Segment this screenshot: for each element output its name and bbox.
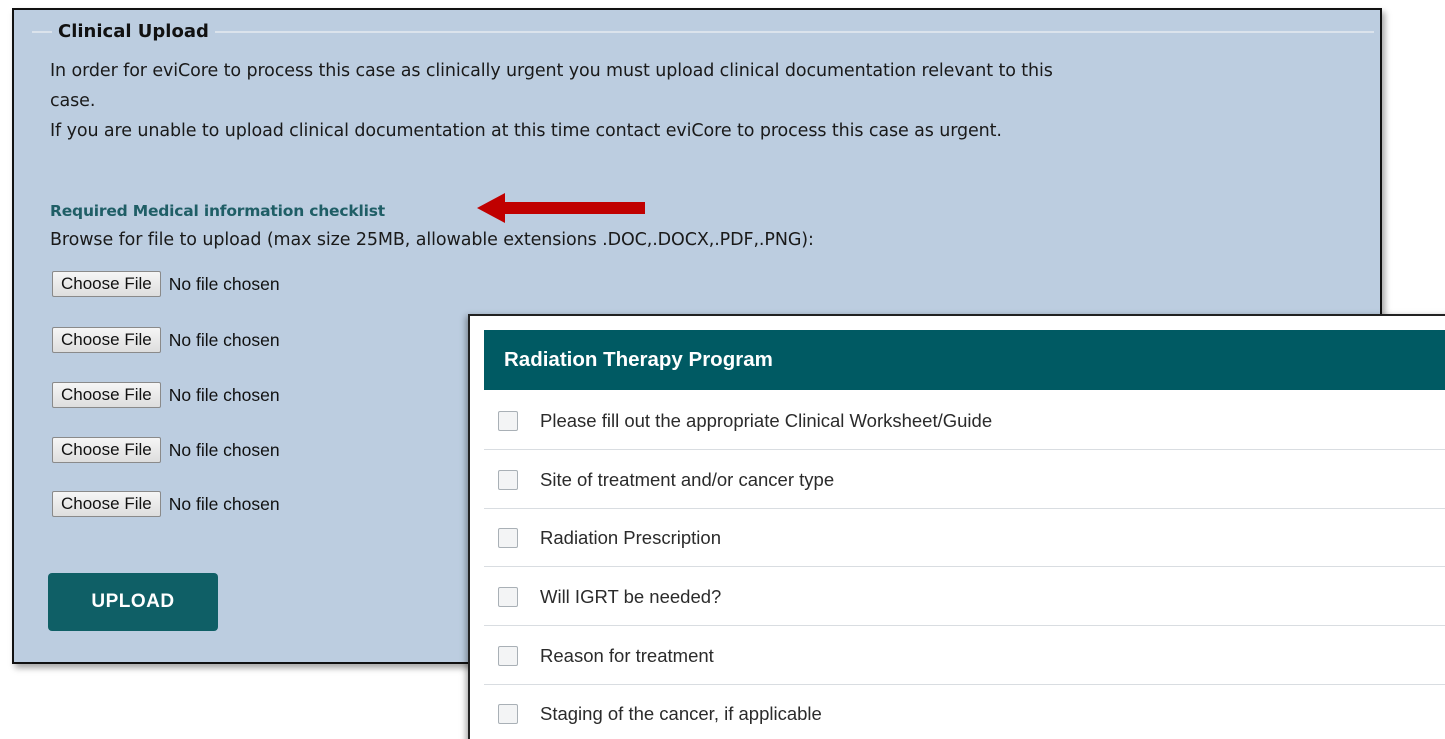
file-status-text: No file chosen <box>168 273 280 294</box>
checklist-item: Will IGRT be needed? <box>484 568 1445 626</box>
checklist-item-label: Please fill out the appropriate Clinical… <box>540 409 993 431</box>
choose-file-button[interactable]: Choose File <box>52 271 161 297</box>
checklist-checkbox[interactable] <box>498 586 518 607</box>
checklist-item-label: Staging of the cancer, if applicable <box>540 702 822 724</box>
file-input-row: Choose File No file chosen <box>52 436 280 464</box>
checklist-item-label: Will IGRT be needed? <box>540 585 722 607</box>
radiation-therapy-checklist-panel: Radiation Therapy Program Please fill ou… <box>468 314 1445 739</box>
choose-file-button[interactable]: Choose File <box>52 327 161 353</box>
intro-text-line-3: If you are unable to upload clinical doc… <box>50 121 1002 141</box>
checklist-item-label: Radiation Prescription <box>540 526 721 548</box>
file-status-text: No file chosen <box>168 329 280 350</box>
choose-file-button[interactable]: Choose File <box>52 437 161 463</box>
red-arrow-left-icon <box>477 193 645 223</box>
fieldset-border <box>32 31 1374 33</box>
file-input-row: Choose File No file chosen <box>52 381 280 409</box>
checklist-item: Radiation Prescription <box>484 509 1445 567</box>
checklist-checkbox[interactable] <box>498 645 518 666</box>
file-input-row: Choose File No file chosen <box>52 270 280 298</box>
browse-instructions: Browse for file to upload (max size 25MB… <box>50 230 814 250</box>
file-status-text: No file chosen <box>168 493 280 514</box>
checklist-checkbox[interactable] <box>498 527 518 548</box>
checklist-title: Radiation Therapy Program <box>484 330 1445 390</box>
screenshot-stage: Clinical Upload In order for eviCore to … <box>0 0 1445 739</box>
choose-file-button[interactable]: Choose File <box>52 382 161 408</box>
clinical-upload-legend: Clinical Upload <box>52 21 215 42</box>
checklist-item-label: Reason for treatment <box>540 644 714 666</box>
choose-file-button[interactable]: Choose File <box>52 491 161 517</box>
file-input-row: Choose File No file chosen <box>52 326 280 354</box>
required-medical-info-checklist-link[interactable]: Required Medical information checklist <box>50 202 385 220</box>
upload-button[interactable]: UPLOAD <box>48 573 218 631</box>
checklist-item: Site of treatment and/or cancer type <box>484 451 1445 509</box>
file-input-row: Choose File No file chosen <box>52 490 280 518</box>
checklist-item: Staging of the cancer, if applicable <box>484 685 1445 739</box>
checklist-item: Please fill out the appropriate Clinical… <box>484 392 1445 450</box>
checklist-checkbox[interactable] <box>498 410 518 431</box>
intro-text-line-1: In order for eviCore to process this cas… <box>50 61 1053 81</box>
checklist-item-label: Site of treatment and/or cancer type <box>540 468 835 490</box>
file-status-text: No file chosen <box>168 439 280 460</box>
checklist-checkbox[interactable] <box>498 469 518 490</box>
checklist-checkbox[interactable] <box>498 703 518 724</box>
checklist-item: Reason for treatment <box>484 627 1445 685</box>
intro-text-line-2: case. <box>50 91 96 111</box>
file-status-text: No file chosen <box>168 384 280 405</box>
